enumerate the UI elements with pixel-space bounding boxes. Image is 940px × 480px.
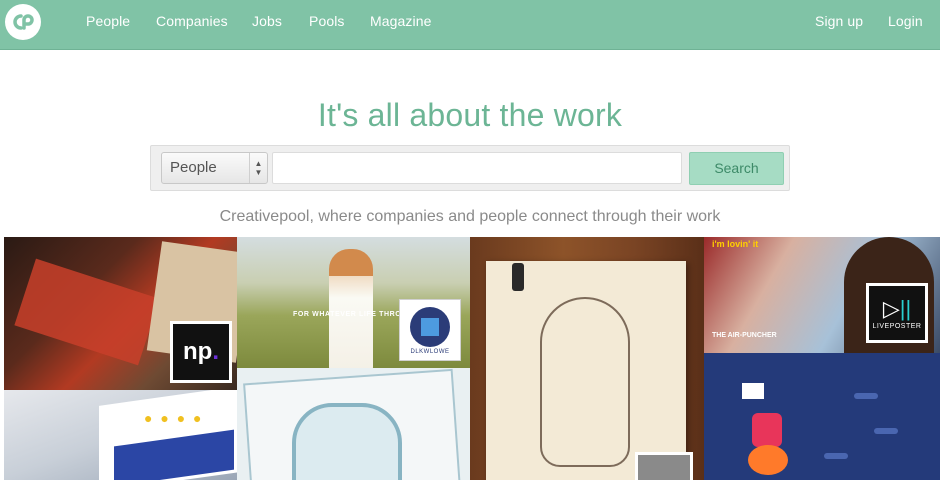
nav-link-pools[interactable]: Pools — [309, 13, 345, 29]
gallery-tile-girl-field[interactable]: FOR WHATEVER LIFE THRO DLKWLOWE — [237, 237, 470, 368]
gallery-tile-stamps[interactable]: np. — [4, 237, 237, 390]
nav-link-companies[interactable]: Companies — [156, 13, 228, 29]
page-headline: It's all about the work — [317, 97, 623, 133]
gallery-tile-illustration[interactable] — [704, 353, 940, 480]
cloud-icon — [854, 393, 878, 399]
search-button[interactable]: Search — [689, 152, 784, 185]
tile-overlay-text: FOR WHATEVER LIFE THRO — [293, 311, 402, 318]
gallery-tile-air-puncher[interactable]: i'm lovin' it THE AIR-PUNCHER ▷|| LIVEPO… — [704, 237, 940, 353]
liveposter-logo-label: LIVEPOSTER — [872, 322, 922, 330]
select-arrows-icon: ▲ ▼ — [249, 153, 267, 183]
stamp-image — [14, 258, 160, 366]
np-logo-text: np — [183, 338, 213, 365]
tagline: Creativepool, where companies and people… — [219, 208, 721, 225]
robot-illustration — [292, 403, 402, 480]
logo-mark-icon — [13, 14, 34, 30]
nav-link-jobs[interactable]: Jobs — [252, 13, 282, 29]
flag-icon — [742, 383, 764, 399]
nav-link-magazine[interactable]: Magazine — [370, 13, 432, 29]
search-category-value: People — [170, 159, 217, 176]
login-link[interactable]: Login — [888, 13, 923, 29]
liveposter-mark-icon: ▷|| — [882, 295, 912, 321]
dlkw-logo-label: DLKWLOWE — [410, 349, 450, 355]
mcdonalds-logo: i'm lovin' it — [712, 239, 759, 249]
search-bar: People ▲ ▼ Search — [150, 145, 790, 191]
np-logo-badge[interactable]: np. — [170, 321, 232, 383]
creativepool-logo-icon[interactable] — [5, 4, 41, 40]
gallery-tile-brochure[interactable]: ● ● ● ● — [4, 390, 237, 480]
top-nav: People Companies Jobs Pools Magazine Sig… — [0, 0, 940, 50]
author-avatar[interactable] — [635, 452, 693, 480]
brochure-dots: ● ● ● ● — [144, 410, 204, 426]
creature-illustration — [752, 413, 782, 447]
dlkw-circle-icon — [410, 307, 450, 347]
flame-illustration — [748, 445, 788, 475]
tile-caption: THE AIR-PUNCHER — [712, 332, 777, 339]
cloud-icon — [824, 453, 848, 459]
search-category-select[interactable]: People ▲ ▼ — [161, 152, 268, 184]
binder-clip-icon — [512, 263, 524, 291]
gallery-tile-robot-card[interactable] — [237, 368, 470, 480]
search-input[interactable] — [272, 152, 682, 184]
np-logo-dot: . — [212, 338, 219, 365]
liveposter-logo-badge[interactable]: ▷|| LIVEPOSTER — [866, 283, 928, 343]
cloud-icon — [874, 428, 898, 434]
girl-figure-image — [329, 249, 373, 368]
nav-link-people[interactable]: People — [86, 13, 130, 29]
cyclist-sketch — [540, 297, 630, 467]
dlkwlowe-logo-badge[interactable]: DLKWLOWE — [399, 299, 461, 361]
sign-up-link[interactable]: Sign up — [815, 13, 863, 29]
gallery-tile-cyclist[interactable] — [470, 237, 704, 480]
